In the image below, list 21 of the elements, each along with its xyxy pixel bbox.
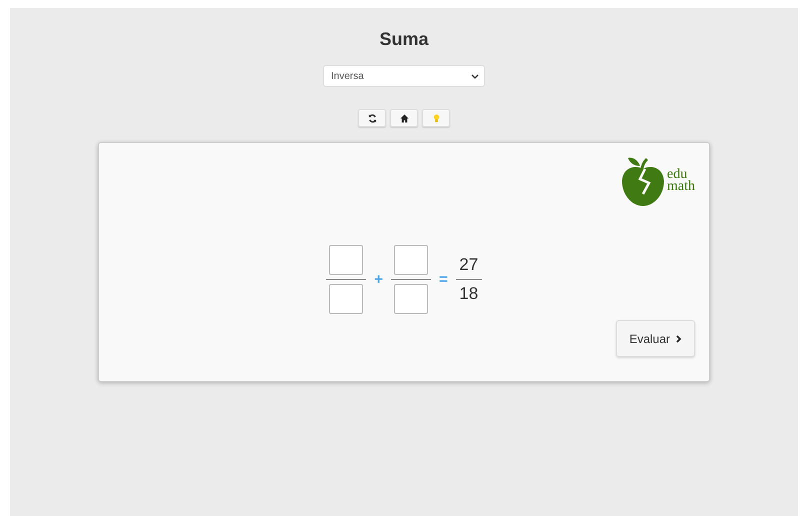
chevron-down-icon	[471, 74, 479, 78]
evaluate-button[interactable]: Evaluar	[616, 320, 695, 357]
denominator: 18	[459, 284, 478, 304]
numerator-input[interactable]	[329, 245, 364, 275]
equals-sign: =	[439, 271, 448, 288]
refresh-icon	[368, 114, 376, 122]
denominator-input[interactable]	[394, 284, 428, 314]
logo-text: edu	[667, 169, 688, 181]
apple-logo-icon	[620, 155, 666, 207]
page-title: Suma	[379, 28, 429, 50]
lightbulb-icon	[432, 114, 440, 122]
logo-text: math	[667, 181, 695, 193]
denominator-input[interactable]	[329, 284, 364, 314]
mode-select[interactable]: Inversa	[323, 65, 485, 87]
plus-sign: +	[374, 271, 383, 288]
home-icon	[400, 114, 408, 122]
numerator-input[interactable]	[394, 245, 428, 275]
numerator: 27	[459, 255, 478, 275]
home-button[interactable]	[390, 109, 418, 127]
refresh-button[interactable]	[358, 109, 386, 127]
chevron-right-icon	[676, 334, 682, 342]
